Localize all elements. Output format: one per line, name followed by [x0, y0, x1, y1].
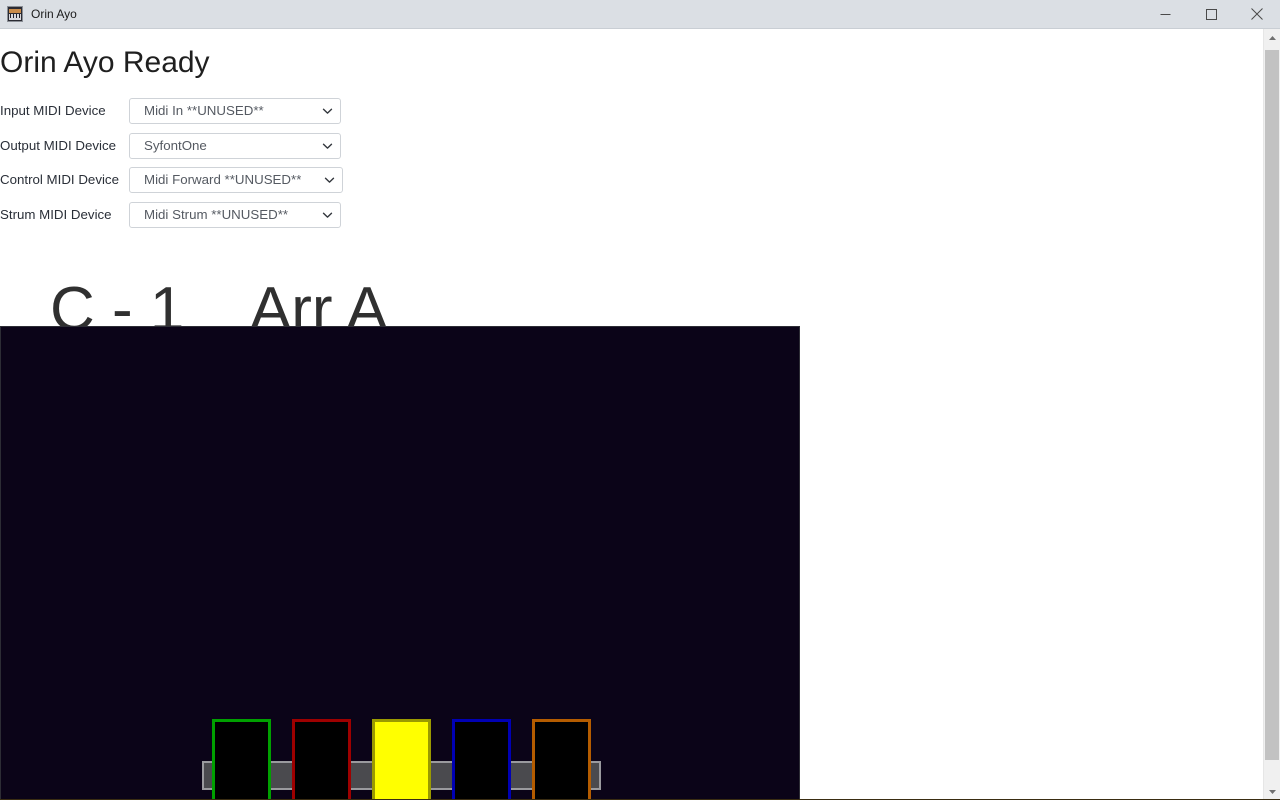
scroll-up-icon: [1268, 35, 1276, 40]
input-midi-device-select[interactable]: Midi In **UNUSED**: [129, 98, 341, 125]
output-midi-device-value: SyfontOne: [144, 137, 207, 153]
strum-midi-device-select[interactable]: Midi Strum **UNUSED**: [129, 202, 341, 229]
strum-midi-device-row: Strum MIDI Device Midi Strum **UNUSED**: [0, 198, 343, 233]
strum-canvas[interactable]: [0, 326, 800, 800]
control-midi-device-label: Control MIDI Device: [0, 172, 119, 188]
minimize-icon: [1160, 13, 1170, 15]
chevron-down-icon: [322, 212, 333, 218]
input-midi-device-value: Midi In **UNUSED**: [144, 103, 264, 119]
scrollbar-thumb[interactable]: [1265, 50, 1279, 760]
input-midi-device-row: Input MIDI Device Midi In **UNUSED**: [0, 94, 343, 129]
maximize-icon: [1205, 8, 1217, 20]
control-midi-device-select[interactable]: Midi Forward **UNUSED**: [129, 167, 343, 194]
input-midi-device-label: Input MIDI Device: [0, 103, 106, 119]
strum-midi-device-label: Strum MIDI Device: [0, 207, 112, 223]
note-block-4[interactable]: [452, 719, 511, 800]
vertical-scrollbar[interactable]: [1263, 29, 1280, 800]
chevron-down-icon: [322, 143, 333, 149]
control-midi-device-row: Control MIDI Device Midi Forward **UNUSE…: [0, 163, 343, 198]
chevron-down-icon: [324, 178, 335, 184]
note-block-2[interactable]: [292, 719, 351, 800]
scroll-up-button[interactable]: [1264, 29, 1280, 46]
close-icon: [1251, 8, 1263, 20]
output-midi-device-label: Output MIDI Device: [0, 137, 117, 153]
chevron-down-icon: [322, 108, 333, 115]
note-block-5[interactable]: [532, 719, 591, 800]
app-piano-icon: [7, 6, 23, 22]
window-titlebar: Orin Ayo: [0, 0, 1280, 29]
note-block-1[interactable]: [212, 719, 271, 800]
strum-midi-device-value: Midi Strum **UNUSED**: [144, 207, 289, 223]
window-title: Orin Ayo: [31, 7, 77, 21]
page-title: Orin Ayo Ready: [0, 46, 210, 79]
page-content: Orin Ayo Ready Input MIDI Device Midi In…: [0, 29, 1263, 800]
note-block-3[interactable]: [372, 719, 431, 800]
minimize-button[interactable]: [1142, 0, 1188, 28]
scroll-down-icon: [1268, 789, 1276, 794]
scroll-down-button[interactable]: [1264, 783, 1280, 800]
application-window: Orin Ayo Orin Ayo Ready Input MIDI Devic…: [0, 0, 1280, 800]
output-midi-device-select[interactable]: SyfontOne: [129, 132, 341, 159]
midi-device-settings: Input MIDI Device Midi In **UNUSED** Out…: [0, 94, 343, 232]
output-midi-device-row: Output MIDI Device SyfontOne: [0, 129, 343, 164]
control-midi-device-value: Midi Forward **UNUSED**: [144, 172, 302, 188]
maximize-button[interactable]: [1188, 0, 1234, 28]
close-button[interactable]: [1234, 0, 1280, 28]
